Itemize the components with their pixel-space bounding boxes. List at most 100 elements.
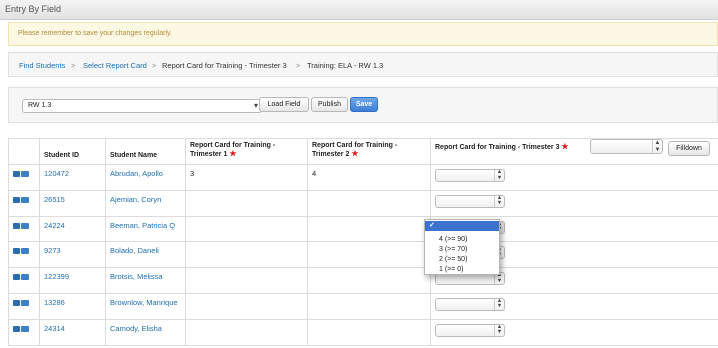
trimester-2-cell (307, 292, 431, 320)
student-id-cell[interactable]: 122399 (39, 267, 106, 294)
student-id-header: Student ID (39, 138, 106, 165)
grade-select[interactable]: ▲▼ (435, 323, 505, 337)
student-name-header: Student Name (105, 138, 186, 165)
breadcrumb-report-card: Report Card for Training - Trimester 3 (162, 61, 287, 70)
trimester-1-cell (185, 292, 308, 320)
table-row: 122399 Brotsis, Melissa ▲ ▼ (8, 267, 718, 294)
grade-option-2[interactable]: 2 (>= 50) (425, 255, 499, 265)
notice-text: Please remember to save your changes reg… (18, 30, 172, 37)
table-row: 26515 Ajemian, Coryn ▲ ▼ (8, 189, 718, 217)
trimester-1-cell (185, 241, 308, 269)
student-name-cell[interactable]: Abrudan, Apollo (105, 164, 186, 191)
row-icons-cell (8, 318, 40, 346)
list-icon[interactable] (21, 274, 29, 281)
trimester-1-cell: 3 (185, 164, 308, 191)
field-select-value: RW 1.3 (28, 102, 52, 109)
filldown-button[interactable]: Filldown (668, 141, 710, 156)
table-row: 13286 Brownlow, Manrique ▲ ▼ (8, 292, 718, 320)
student-id-cell[interactable]: 9273 (39, 241, 106, 269)
breadcrumb-select-report-card[interactable]: Select Report Card (83, 61, 147, 70)
trimester-3-cell: ▲▼ (430, 292, 718, 320)
trimester-2-cell (307, 189, 431, 217)
trimester-3-header-label: Report Card for Training - Trimester 3 (435, 144, 560, 151)
row-icons-cell (8, 215, 40, 243)
trimester-3-cell: ▲▼ (430, 164, 718, 191)
up-down-arrows-icon: ▲▼ (494, 324, 504, 336)
grade-select[interactable]: ▲▼ (435, 194, 505, 208)
list-icon[interactable] (21, 222, 29, 229)
grade-select[interactable]: ▲▼ (435, 169, 505, 182)
trimester-2-cell (307, 318, 431, 346)
breadcrumb-training-field: Training: ELA - RW 1.3 (307, 61, 384, 70)
table-row: 24224 Beeman, Patricia Q ▲▼ (8, 215, 718, 243)
student-id-cell[interactable]: 26515 (39, 189, 106, 217)
table-row: 24314 Camody, Elisha ▲ ▼ (8, 318, 718, 346)
print-icon[interactable] (13, 300, 20, 306)
student-id-cell[interactable]: 24224 (39, 215, 106, 243)
breadcrumb: Find Students > Select Report Card > Rep… (8, 52, 718, 77)
trimester-3-filldown-select[interactable]: ▲ ▼ (590, 139, 663, 154)
print-icon[interactable] (13, 222, 20, 229)
load-field-button[interactable]: Load Field (259, 97, 309, 112)
student-id-cell[interactable]: 120472 (39, 164, 106, 191)
breadcrumb-separator: > (71, 61, 76, 70)
list-icon[interactable] (21, 300, 29, 306)
trimester-1-cell (185, 318, 308, 346)
required-star-icon: ★ (229, 149, 237, 158)
breadcrumb-separator: > (296, 61, 301, 70)
student-id-cell[interactable]: 24314 (39, 318, 106, 346)
print-icon[interactable] (13, 248, 20, 255)
breadcrumb-find-students[interactable]: Find Students (19, 61, 65, 70)
student-name-cell[interactable]: Ajemian, Coryn (105, 189, 186, 217)
row-icons-cell (8, 241, 40, 269)
row-icons-cell (8, 164, 40, 191)
window-title: Entry By Field (5, 4, 62, 14)
grade-option-1[interactable]: 1 (>= 0) (425, 265, 499, 275)
grade-dropdown-menu: ✓ 4 (>= 90) 3 (>= 70) 2 (>= 50) 1 (>= 0) (424, 219, 500, 275)
up-down-arrows-icon: ▲▼ (652, 140, 662, 153)
list-icon[interactable] (21, 196, 29, 203)
table-row: 9273 Bolado, Daneli ▲▼ (8, 241, 718, 269)
grade-option-3[interactable]: 3 (>= 70) (425, 245, 499, 255)
student-name-header-label: Student Name (110, 152, 158, 159)
save-button[interactable]: Save (350, 97, 378, 112)
table-row: 120472 Abrudan, Apollo 3 4 ▲ ▼ (8, 164, 718, 191)
grade-option-4[interactable]: 4 (>= 90) (425, 235, 499, 245)
trimester-2-cell (307, 241, 431, 269)
row-icons-cell (8, 189, 40, 217)
trimester-2-cell (307, 267, 431, 294)
required-star-icon: ★ (561, 142, 569, 151)
student-id-header-label: Student ID (44, 152, 79, 159)
trimester-2-cell: 4 (307, 164, 431, 191)
save-reminder-notice: Please remember to save your changes reg… (8, 22, 718, 46)
chevron-down-icon: ▾ (253, 101, 258, 110)
print-icon[interactable] (13, 196, 20, 203)
trimester-3-cell: ▲▼ (430, 318, 718, 346)
list-icon[interactable] (21, 171, 29, 178)
student-name-cell[interactable]: Beeman, Patricia Q (105, 215, 186, 243)
print-icon[interactable] (13, 325, 20, 332)
up-down-arrows-icon: ▲▼ (494, 169, 504, 181)
field-toolbar: RW 1.3 ▾ Load Field Publish Save (8, 87, 718, 123)
list-icon[interactable] (21, 248, 29, 255)
student-name-cell[interactable]: Brownlow, Manrique (105, 292, 186, 320)
publish-button[interactable]: Publish (311, 97, 348, 112)
grade-select[interactable]: ▲▼ (435, 297, 505, 311)
list-icon[interactable] (21, 325, 29, 332)
print-icon[interactable] (13, 171, 20, 178)
trimester-1-header: Report Card for Training - Trimester 1 ★ (185, 138, 308, 165)
student-id-cell[interactable]: 13286 (39, 292, 106, 320)
trimester-3-cell: ▲▼ (430, 189, 718, 217)
window-titlebar: Entry By Field (0, 0, 718, 20)
trimester-1-cell (185, 189, 308, 217)
print-icon[interactable] (13, 274, 20, 281)
up-down-arrows-icon: ▲▼ (494, 298, 504, 310)
breadcrumb-separator: > (152, 61, 157, 70)
trimester-1-cell (185, 267, 308, 294)
field-select[interactable]: RW 1.3 ▾ (22, 99, 262, 113)
student-name-cell[interactable]: Camody, Elisha (105, 318, 186, 346)
row-icons-cell (8, 292, 40, 320)
student-name-cell[interactable]: Bolado, Daneli (105, 241, 186, 269)
student-name-cell[interactable]: Brotsis, Melissa (105, 267, 186, 294)
grade-option-blank[interactable]: ✓ (425, 221, 499, 231)
